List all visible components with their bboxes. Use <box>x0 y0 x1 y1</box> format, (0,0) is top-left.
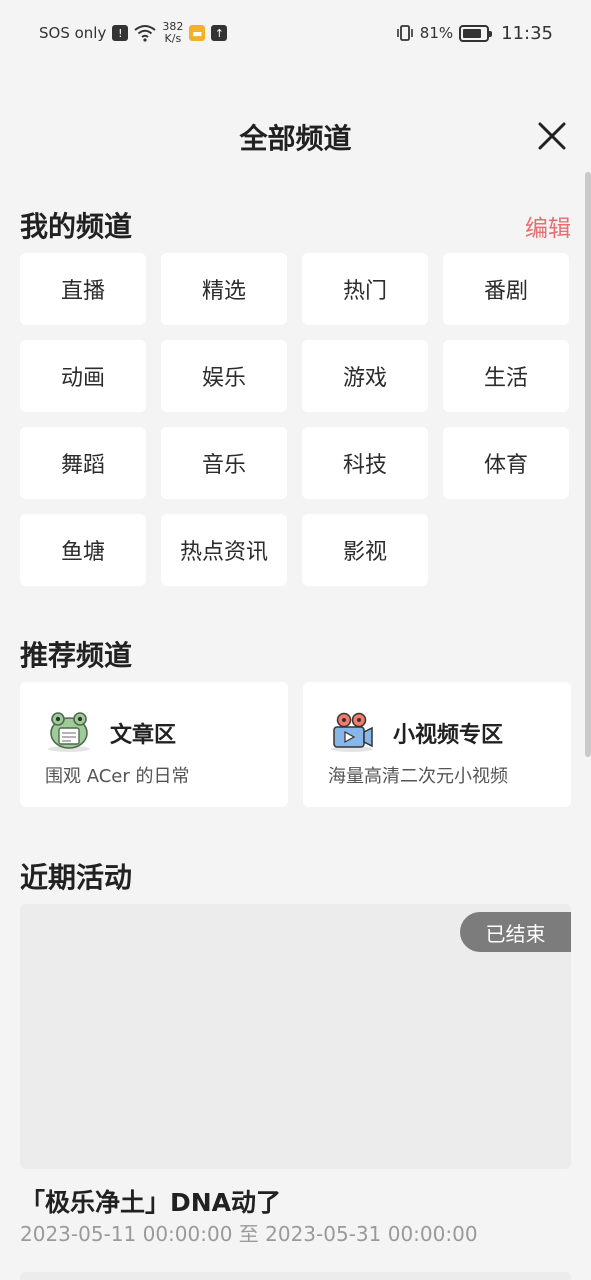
channel-chip-bangumi[interactable]: 番剧 <box>443 253 569 325</box>
page-title: 全部频道 <box>239 122 352 155</box>
vibrate-icon <box>396 25 413 41</box>
recommended-card-articles[interactable]: 文章区 围观 ACer 的日常 <box>20 682 288 807</box>
recent-activities-title: 近期活动 <box>20 861 133 894</box>
network-speed: 382 K/s <box>162 21 183 45</box>
channel-chip-tech[interactable]: 科技 <box>302 427 428 499</box>
channel-chip-live[interactable]: 直播 <box>20 253 146 325</box>
activity-dates: 2023-05-11 00:00:00 至 2023-05-31 00:00:0… <box>20 1222 478 1246</box>
channel-chip-music[interactable]: 音乐 <box>161 427 287 499</box>
header: 全部频道 <box>0 105 591 171</box>
my-channels-title: 我的频道 <box>20 210 133 243</box>
recommended-desc: 海量高清二次元小视频 <box>328 766 508 787</box>
my-channels-grid: 直播 精选 热门 番剧 动画 娱乐 游戏 生活 舞蹈 音乐 科技 体育 鱼塘 热… <box>20 253 571 586</box>
status-bar: SOS only ! 382 K/s ▬ ↑ 81% 11:35 <box>0 0 591 66</box>
status-bar-left: SOS only ! 382 K/s ▬ ↑ <box>39 21 228 45</box>
channel-chip-games[interactable]: 游戏 <box>302 340 428 412</box>
video-camera-icon <box>331 712 373 752</box>
next-activity-banner[interactable] <box>20 1272 571 1280</box>
channel-chip-hot[interactable]: 热门 <box>302 253 428 325</box>
recommended-channels-title: 推荐频道 <box>20 639 133 672</box>
wifi-icon <box>134 25 156 42</box>
recommended-name: 文章区 <box>110 723 177 748</box>
upload-icon: ↑ <box>211 25 228 41</box>
recommended-desc: 围观 ACer 的日常 <box>45 766 190 787</box>
alert-icon: ! <box>112 25 129 41</box>
status-badge: 已结束 <box>460 912 571 952</box>
edit-button[interactable]: 编辑 <box>525 209 571 243</box>
scrollbar[interactable] <box>585 172 591 757</box>
channel-chip-dance[interactable]: 舞蹈 <box>20 427 146 499</box>
channel-chip-animation[interactable]: 动画 <box>20 340 146 412</box>
recommended-channels: 文章区 围观 ACer 的日常 小视频专区 海量高清二次元小视频 <box>20 682 571 807</box>
recommended-card-short-video[interactable]: 小视频专区 海量高清二次元小视频 <box>303 682 571 807</box>
activity-banner[interactable]: 已结束 <box>20 904 571 1169</box>
close-icon[interactable] <box>535 119 569 153</box>
channel-chip-news[interactable]: 热点资讯 <box>161 514 287 586</box>
activity-title[interactable]: 「极乐净土」DNA动了 <box>20 1183 281 1219</box>
channel-chip-life[interactable]: 生活 <box>443 340 569 412</box>
channel-chip-entertainment[interactable]: 娱乐 <box>161 340 287 412</box>
channel-chip-fishpond[interactable]: 鱼塘 <box>20 514 146 586</box>
channel-chip-sports[interactable]: 体育 <box>443 427 569 499</box>
channel-chip-featured[interactable]: 精选 <box>161 253 287 325</box>
network-speed-unit: K/s <box>164 32 182 45</box>
carrier-text: SOS only <box>39 24 107 42</box>
frog-mascot-icon <box>48 712 90 752</box>
battery-percent: 81% <box>419 24 454 42</box>
clock: 11:35 <box>501 22 553 44</box>
recommended-name: 小视频专区 <box>393 723 504 748</box>
status-bar-right: 81% 11:35 <box>396 23 553 44</box>
channel-chip-film[interactable]: 影视 <box>302 514 428 586</box>
notification-app-icon: ▬ <box>189 25 206 41</box>
battery-icon <box>459 24 493 42</box>
